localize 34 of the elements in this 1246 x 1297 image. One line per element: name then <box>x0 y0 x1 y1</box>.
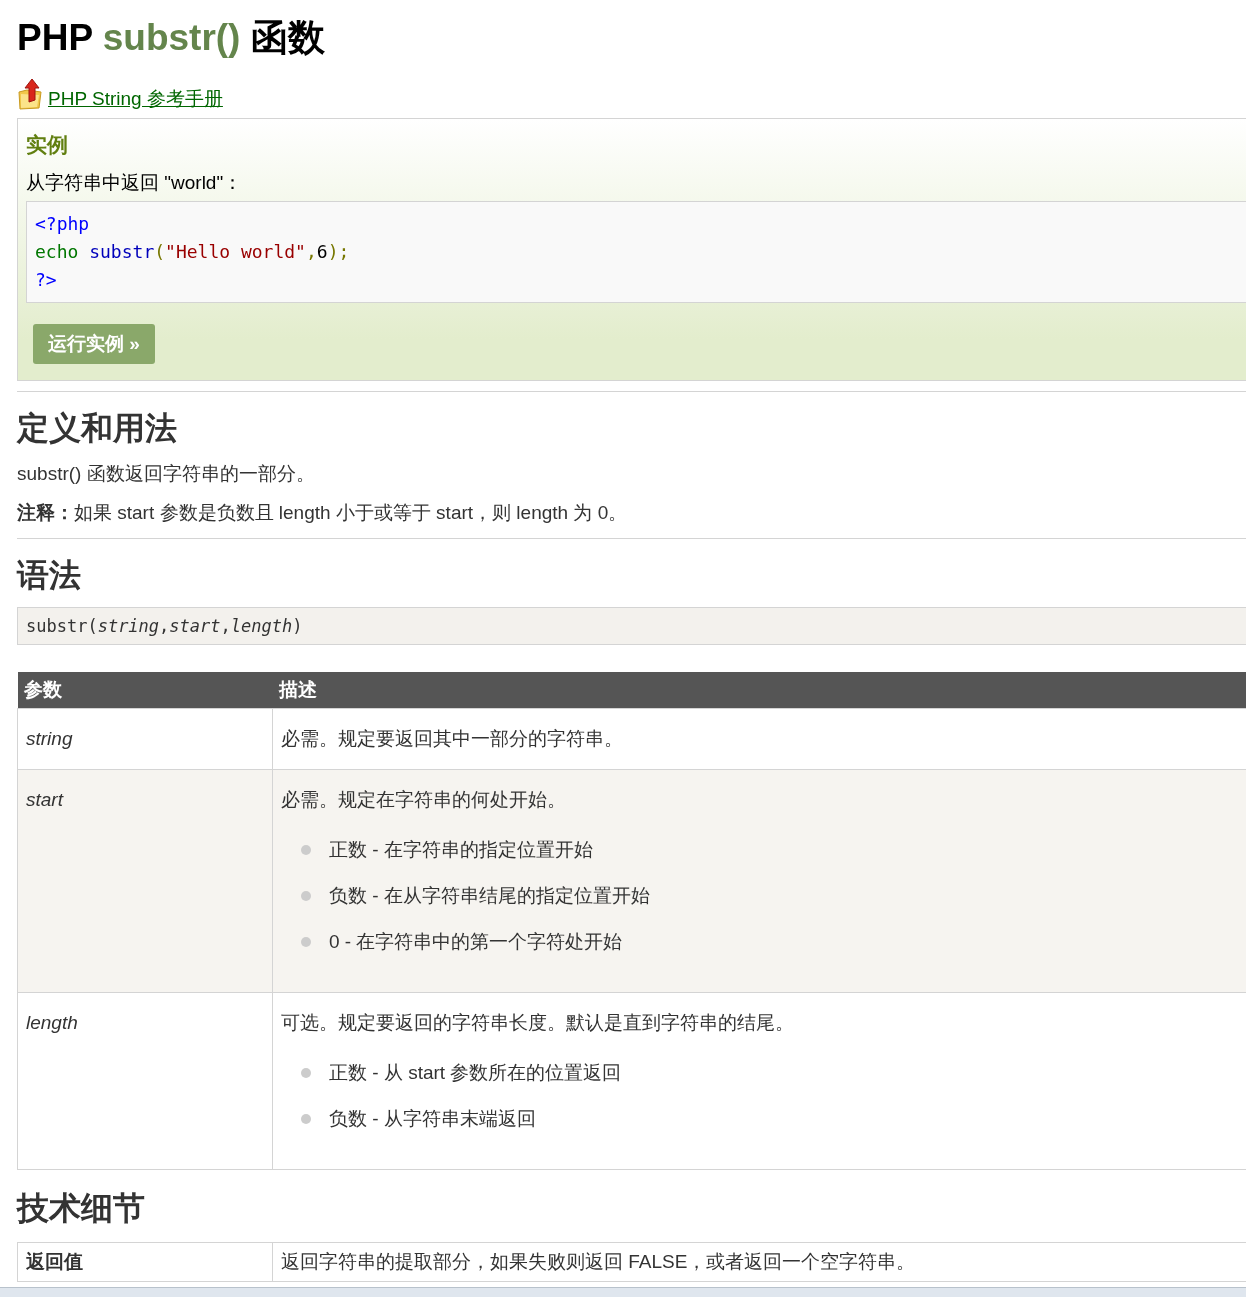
paragraph: substr() 函数返回字符串的一部分。 <box>17 462 316 486</box>
parameter-name: start <box>17 769 273 993</box>
detail-label: 返回值 <box>17 1242 273 1282</box>
example-heading: 实例 <box>26 132 69 158</box>
bullet-icon <box>301 1068 311 1078</box>
code-line: echo substr("Hello world",6); <box>35 240 351 264</box>
parameter-description: 必需。规定在字符串的何处开始。 <box>281 788 567 812</box>
bullet-icon <box>301 937 311 947</box>
section-heading: 技术细节 <box>17 1189 146 1228</box>
section-heading: 语法 <box>17 556 82 595</box>
list-item-text: 正数 - 从 start 参数所在的位置返回 <box>329 1061 622 1085</box>
paragraph: 注释：如果 start 参数是负数且 length 小于或等于 start，则 length 为 0。 <box>17 501 629 525</box>
folder-arrow-icon <box>17 78 45 110</box>
page-title: PHP substr() 函数 <box>17 16 326 60</box>
syntax-block: substr(string,start,length) <box>17 607 1246 645</box>
detail-value: 返回字符串的提取部分，如果失败则返回 FALSE，或者返回一个空字符串。 <box>272 1242 1246 1282</box>
parameter-name: length <box>17 992 273 1170</box>
list-item-text: 负数 - 在从字符串结尾的指定位置开始 <box>329 884 650 908</box>
list-item-text: 负数 - 从字符串末端返回 <box>329 1107 536 1131</box>
bullet-icon <box>301 845 311 855</box>
example-description: 从字符串中返回 "world"： <box>26 171 244 195</box>
column-header: 描述 <box>272 672 1246 709</box>
list-item-text: 0 - 在字符串中的第一个字符处开始 <box>329 930 623 954</box>
bullet-icon <box>301 891 311 901</box>
list-item-text: 正数 - 在字符串的指定位置开始 <box>329 838 593 862</box>
reference-link[interactable]: PHP String 参考手册 <box>48 88 223 110</box>
code-line: <?php <box>35 212 91 236</box>
parameter-description: 必需。规定要返回其中一部分的字符串。 <box>281 727 624 751</box>
column-header: 参数 <box>17 672 273 709</box>
parameter-description: 可选。规定要返回的字符串长度。默认是直到字符串的结尾。 <box>281 1011 795 1035</box>
code-line: ?> <box>35 268 58 292</box>
bullet-icon <box>301 1114 311 1124</box>
parameter-name: string <box>17 708 273 770</box>
section-heading: 定义和用法 <box>17 409 178 448</box>
